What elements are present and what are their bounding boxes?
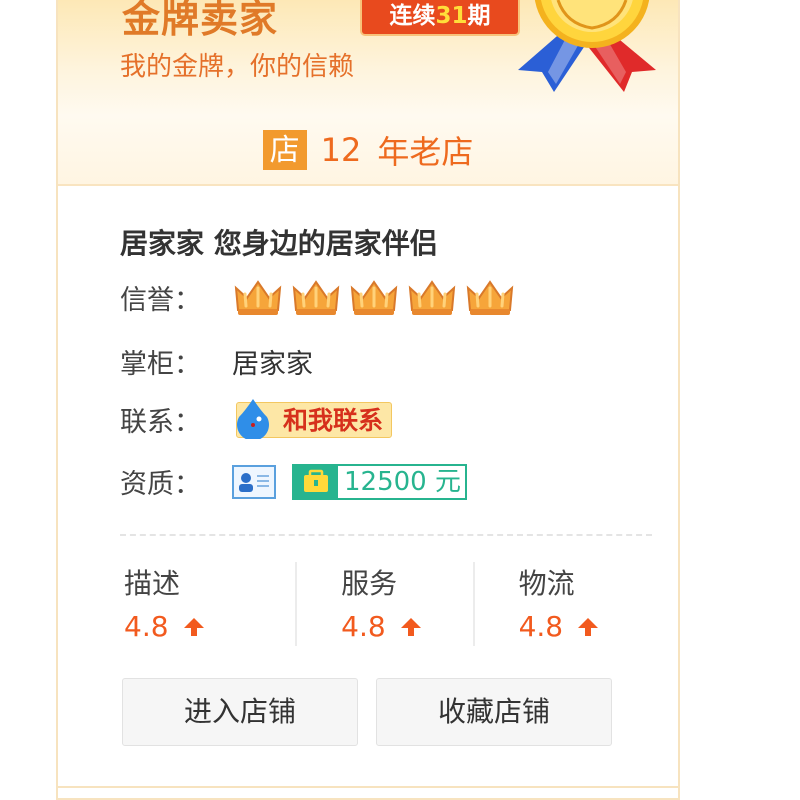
streak-count: 31 (435, 3, 468, 29)
qualification-label: 资质： (120, 469, 201, 500)
owner-label: 掌柜： (120, 349, 201, 380)
streak-suffix: 期 (467, 3, 491, 29)
crown-icon (408, 280, 456, 315)
owner-name: 居家家 (232, 349, 313, 380)
rating-scores: 描述 4.8 服务 4.8 物流 4.8 (120, 562, 650, 646)
score-value: 4.8 (518, 610, 564, 643)
score-item: 描述 4.8 (120, 562, 295, 646)
shop-age-years: 12 (320, 131, 362, 169)
crown-icon (234, 280, 282, 315)
enter-shop-button[interactable]: 进入店铺 (122, 678, 358, 746)
streak-prefix: 连续 (389, 3, 436, 29)
qualification-row: 资质： 12500 元 (120, 462, 467, 501)
crown-icon (466, 280, 514, 315)
contact-me-label: 和我联系 (283, 405, 384, 435)
arrow-up-icon (183, 617, 204, 636)
score-item: 服务 4.8 (295, 562, 472, 646)
arrow-up-icon (578, 617, 599, 636)
score-label: 物流 (518, 567, 575, 600)
contact-label: 联系： (120, 407, 201, 438)
id-verified-icon[interactable] (232, 464, 276, 499)
score-value-row: 4.8 (124, 610, 295, 643)
deposit-icon (294, 465, 338, 498)
banner-slogan: 我的金牌，你的信赖 (120, 52, 355, 82)
reputation-row: 信誉： (120, 276, 516, 318)
arrow-up-icon (400, 617, 421, 636)
deposit-badge[interactable]: 12500 元 (292, 463, 467, 500)
score-value: 4.8 (341, 610, 386, 643)
score-label: 描述 (124, 567, 181, 600)
gold-medal-icon: 金 (518, 0, 656, 92)
contact-me-button[interactable]: 和我联系 (236, 398, 393, 439)
score-label: 服务 (341, 567, 398, 600)
card-bottom-border (58, 786, 678, 788)
shop-age-label: 年老店 (377, 133, 474, 171)
seller-card: 金牌卖家 连续31期 我的金牌，你的信赖 金 店 12 年老店 居家家 您身边的… (56, 0, 680, 800)
reputation-crowns[interactable] (232, 276, 516, 318)
gold-seller-banner: 金牌卖家 连续31期 我的金牌，你的信赖 金 (58, 0, 678, 116)
crown-icon (350, 280, 398, 315)
score-value: 4.8 (124, 610, 169, 643)
divider (120, 534, 652, 536)
streak-badge: 连续31期 (362, 0, 518, 34)
shop-age-row: 店 12 年老店 (58, 116, 678, 186)
contact-row: 联系： 和我联系 (120, 398, 393, 439)
svg-text:金: 金 (577, 0, 607, 3)
wangwang-chat-icon (237, 398, 269, 439)
score-value-row: 4.8 (341, 610, 472, 643)
store-icon: 店 (262, 130, 307, 170)
deposit-amount: 12500 元 (344, 466, 461, 497)
reputation-label: 信誉： (120, 284, 201, 316)
score-value-row: 4.8 (519, 610, 650, 643)
shop-name[interactable]: 居家家 您身边的居家伴侣 (120, 222, 438, 262)
owner-row: 掌柜： 居家家 (120, 342, 313, 381)
score-item: 物流 4.8 (472, 562, 650, 646)
gold-seller-title: 金牌卖家 (122, 0, 279, 41)
favorite-shop-button[interactable]: 收藏店铺 (376, 678, 612, 746)
crown-icon (292, 280, 340, 315)
